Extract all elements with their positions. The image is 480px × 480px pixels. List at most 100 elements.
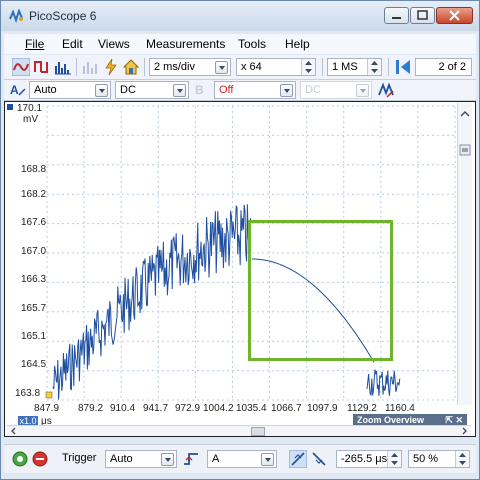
- x-tick-label: 1004.2: [203, 403, 234, 414]
- samples-stepper[interactable]: 1 MS: [327, 58, 382, 76]
- zoom-overview-label: Zoom Overview: [357, 415, 425, 425]
- chevron-down-icon: [280, 84, 293, 97]
- persistence-mode-icon[interactable]: [33, 58, 51, 76]
- chevron-down-icon: [356, 84, 369, 97]
- home-icon[interactable]: [122, 58, 140, 76]
- x-tick-label: 879.2: [78, 403, 104, 414]
- window-title: PicoScope 6: [29, 9, 97, 23]
- x-tick-label: 847.9: [34, 403, 60, 414]
- maximize-button[interactable]: [410, 7, 435, 24]
- chevron-down-icon: [173, 84, 186, 97]
- minimize-icon: [392, 17, 401, 19]
- close-icon: [449, 10, 460, 21]
- chevron-down-icon: [95, 84, 108, 97]
- minimize-button[interactable]: [384, 7, 409, 24]
- maximize-icon: [417, 10, 428, 20]
- pre-trigger-time-stepper[interactable]: -265.5 μs: [336, 450, 402, 468]
- x-tick-label: 941.7: [143, 403, 169, 414]
- horizontal-scroll-thumb[interactable]: [251, 427, 265, 436]
- spin-arrows-icon: [455, 451, 469, 467]
- x-tick-label: 1097.9: [307, 403, 338, 414]
- x-tick-label: 972.9: [175, 403, 201, 414]
- trigger-marker-icon[interactable]: [45, 391, 53, 399]
- channel-a-marker-icon: [7, 104, 13, 110]
- close-button[interactable]: [436, 7, 473, 24]
- zoom-stepper[interactable]: x 64: [236, 58, 316, 76]
- y-tick-label: 170.1: [17, 103, 43, 114]
- picoscope-app-icon: [9, 9, 23, 23]
- disabled-spectrum-icon: [83, 62, 97, 74]
- chevron-down-icon: [161, 453, 174, 466]
- math-channels-icon[interactable]: [377, 81, 395, 99]
- zoom-region-box[interactable]: [248, 220, 393, 361]
- trigger-mode-select[interactable]: Auto: [105, 450, 177, 468]
- y-tick-label: 166.3: [21, 274, 47, 285]
- horizontal-scrollbar[interactable]: [7, 425, 471, 436]
- spectrum-mode-icon[interactable]: [54, 58, 72, 76]
- svg-text:B: B: [195, 83, 204, 97]
- y-tick-label: 163.8: [15, 388, 41, 399]
- toolbar-separator: [388, 58, 389, 76]
- trigger-channel-select[interactable]: A: [207, 450, 277, 468]
- falling-trigger-icon[interactable]: [310, 450, 328, 468]
- menu-file[interactable]: File: [25, 37, 44, 51]
- toolbar-separator: [322, 58, 323, 76]
- menu-tools[interactable]: Tools: [238, 37, 266, 51]
- trigger-label: Trigger: [62, 452, 97, 464]
- y-tick-label: 168.2: [21, 189, 47, 200]
- menu-views[interactable]: Views: [98, 37, 130, 51]
- start-icon[interactable]: [12, 451, 28, 467]
- waveform-tail-segment: [366, 369, 401, 396]
- chevron-down-icon: [261, 453, 274, 466]
- channel-b-coupling-select: DC: [300, 81, 372, 99]
- lightning-icon[interactable]: [102, 58, 120, 76]
- y-tick-label: 167.6: [21, 217, 47, 228]
- main-toolbar: 2 ms/div x 64 1 MS 2 of 2: [4, 55, 476, 80]
- menu-edit[interactable]: Edit: [62, 37, 83, 51]
- rising-edge-icon[interactable]: [183, 451, 199, 467]
- menu-bar: File Edit Views Measurements Tools Help: [4, 34, 476, 54]
- menu-help[interactable]: Help: [285, 37, 310, 51]
- channel-a-range-select[interactable]: Auto: [29, 81, 111, 99]
- y-tick-label: 165.7: [21, 303, 47, 314]
- stop-icon[interactable]: [32, 451, 48, 467]
- x-tick-label: 1129.2: [347, 403, 377, 414]
- x-tick-label: 910.4: [110, 403, 136, 414]
- toolbar-separator: [76, 58, 77, 76]
- chevron-down-icon: [215, 61, 228, 74]
- scope-plot-frame[interactable]: 170.1 mV 168.8 168.2 167.6 167.0 166.3 1…: [4, 101, 476, 437]
- spin-arrows-icon: [387, 451, 401, 467]
- channel-toolbar: A Auto DC B Off DC: [4, 80, 476, 101]
- buffer-page-indicator[interactable]: 2 of 2: [415, 58, 472, 76]
- x-tick-label: 1160.4: [385, 403, 415, 414]
- channel-b-icon: B: [195, 83, 204, 97]
- rising-trigger-icon[interactable]: [289, 450, 307, 468]
- title-bar: PicoScope 6: [1, 1, 479, 31]
- pre-trigger-percent-stepper[interactable]: 50 %: [408, 450, 470, 468]
- scope-mode-icon[interactable]: [12, 58, 30, 76]
- vertical-scrollbar[interactable]: [457, 103, 472, 405]
- scroll-up-icon[interactable]: [458, 107, 472, 121]
- spin-arrows-icon: [367, 59, 381, 75]
- channel-a-icon: A: [10, 83, 26, 97]
- trigger-toolbar: Trigger Auto A -265.5 μs 50 %: [4, 444, 476, 473]
- x-tick-label: 1066.7: [271, 403, 302, 414]
- channel-b-range-select[interactable]: Off: [214, 81, 296, 99]
- timebase-select[interactable]: 2 ms/div: [149, 58, 231, 76]
- ruler-handle-icon[interactable]: [458, 143, 472, 157]
- channel-a-coupling-select[interactable]: DC: [115, 81, 189, 99]
- y-unit-label: mV: [23, 114, 38, 125]
- menu-measurements[interactable]: Measurements: [146, 37, 225, 51]
- y-tick-label: 165.1: [21, 331, 47, 342]
- y-tick-label: 164.5: [21, 359, 47, 370]
- previous-buffer-icon[interactable]: [394, 58, 412, 76]
- y-tick-label: 168.8: [21, 164, 47, 175]
- spin-arrows-icon: [301, 59, 315, 75]
- toolbar-separator: [144, 58, 145, 76]
- picoscope-window: PicoScope 6 File Edit Views Measurements…: [0, 0, 480, 480]
- x-tick-label: 1035.4: [236, 403, 267, 414]
- scroll-right-icon[interactable]: [459, 426, 469, 436]
- scroll-left-icon[interactable]: [9, 426, 19, 436]
- scope-plot[interactable]: [5, 102, 475, 436]
- svg-text:A: A: [10, 83, 19, 97]
